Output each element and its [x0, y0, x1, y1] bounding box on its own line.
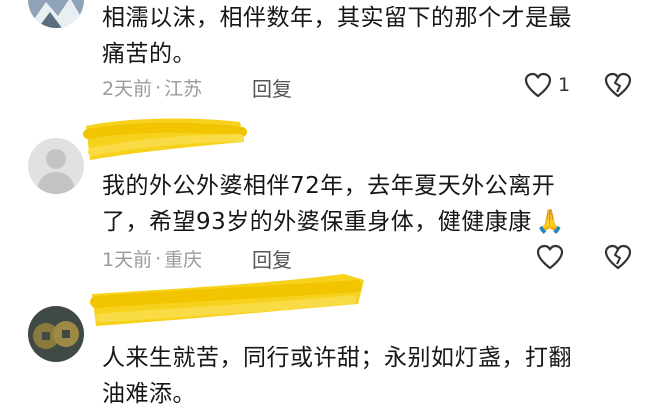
reply-button[interactable]: 回复: [252, 73, 292, 102]
like-count: 1: [558, 74, 571, 96]
avatar[interactable]: [28, 138, 84, 194]
heart-outline-icon: [524, 72, 552, 98]
broken-heart-icon: [604, 244, 632, 270]
comment-time: 2天前: [102, 78, 153, 100]
comment-text: 人来生就苦，同行或许甜；永别如灯盏，打翻 油难添。: [102, 340, 642, 412]
comment-text: 相濡以沫，相伴数年，其实留下的那个才是最 痛苦的。: [102, 0, 642, 72]
dislike-button[interactable]: [604, 72, 632, 102]
praying-hands-emoji: 🙏: [535, 209, 565, 235]
heart-outline-icon: [536, 244, 564, 270]
comment-text-line: 我的外公外婆相伴72年，去年夏天外公离开: [102, 173, 556, 199]
comment-item: 人来生就苦，同行或许甜；永别如灯盏，打翻 油难添。: [0, 306, 660, 407]
avatar[interactable]: [28, 0, 84, 28]
comment-text-line: 相濡以沫，相伴数年，其实留下的那个才是最: [102, 5, 572, 31]
comment-text: 我的外公外婆相伴72年，去年夏天外公离开 了，希望93岁的外婆保重身体，健健康康…: [102, 168, 642, 240]
like-button[interactable]: 1: [524, 72, 570, 98]
comment-text-line: 了，希望93岁的外婆保重身体，健健康康 🙏: [102, 209, 565, 235]
like-button[interactable]: [536, 244, 564, 270]
comment-text-line: 油难添。: [102, 381, 196, 407]
avatar[interactable]: [28, 306, 84, 362]
comment-item: 相濡以沫，相伴数年，其实留下的那个才是最 痛苦的。 2天前 · 江苏 回复 1: [0, 0, 660, 110]
broken-heart-icon: [604, 72, 632, 98]
comment-text-line: 痛苦的。: [102, 41, 196, 67]
meta-separator: ·: [155, 76, 162, 99]
dislike-button[interactable]: [604, 244, 632, 274]
comment-item: 我的外公外婆相伴72年，去年夏天外公离开 了，希望93岁的外婆保重身体，健健康康…: [0, 138, 660, 278]
comment-location: 江苏: [164, 78, 203, 100]
comment-text-line: 人来生就苦，同行或许甜；永别如灯盏，打翻: [102, 345, 572, 371]
comment-meta: 2天前 · 江苏: [102, 74, 202, 101]
